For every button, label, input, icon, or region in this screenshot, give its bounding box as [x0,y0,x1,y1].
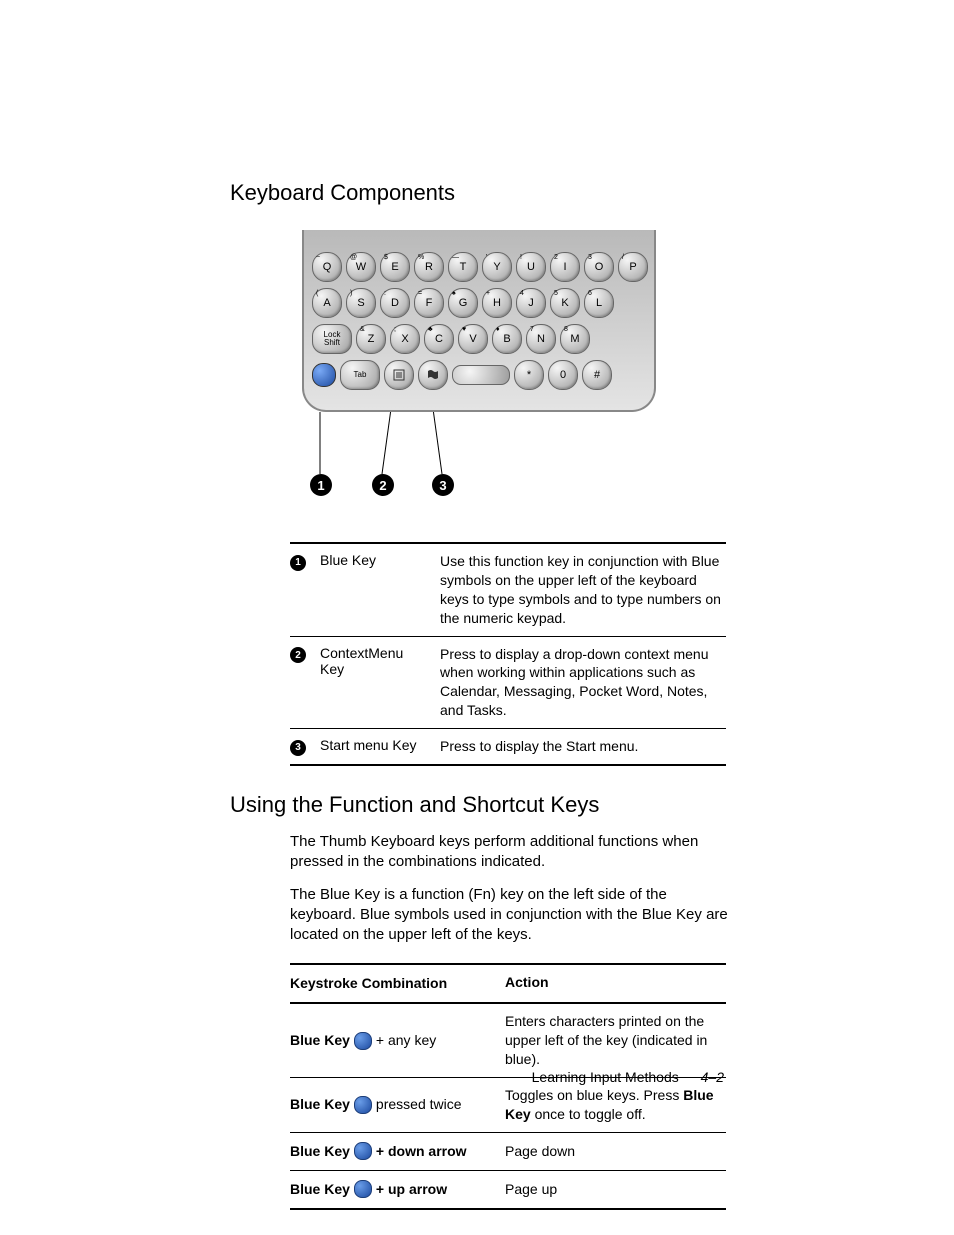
component-name: Blue Key [320,552,430,628]
key-row-2: (A )S :D =F ♠G +H 4J 5K 6L [312,288,614,318]
key-r: %R [414,252,444,282]
key-s: )S [346,288,376,318]
key-row-1: ~Q @W $E %R —T 'Y !U 2I 3O /P [312,252,648,282]
table-row: Blue Key pressed twice Toggles on blue k… [290,1078,726,1133]
device-figure: ~Q @W $E %R —T 'Y !U 2I 3O /P (A )S :D =… [302,230,652,512]
key-u: !U [516,252,546,282]
header-combination: Keystroke Combination [290,973,505,994]
table-row: 3 Start menu Key Press to display the St… [290,729,726,764]
action-text: Enters characters printed on the upper l… [505,1012,726,1069]
key-lock-shift: Lock Shift [312,324,352,354]
key-n: 7N [526,324,556,354]
device-keyboard: ~Q @W $E %R —T 'Y !U 2I 3O /P (A )S :D =… [302,230,656,412]
key-b: ♦B [492,324,522,354]
table-row: 1 Blue Key Use this function key in conj… [290,544,726,637]
keystroke-combination: Blue Key + any key [290,1030,505,1051]
callout-leads [302,412,652,492]
key-o: 3O [584,252,614,282]
callout-2: 2 [372,474,394,496]
callout-area: 1 2 3 [302,412,652,512]
key-row-3: Lock Shift &Z ;X ♣C ♥V ♦B 7N 8M [312,324,590,354]
key-w: @W [346,252,376,282]
combo-suffix: + up arrow [376,1179,447,1200]
key-tab: Tab [340,360,380,390]
page-footer: Learning Input Methods 4–2 [532,1069,724,1085]
action-text: Page up [505,1180,726,1199]
combo-suffix: + down arrow [376,1141,467,1162]
key-a: (A [312,288,342,318]
key-x: ;X [390,324,420,354]
keystroke-combination: Blue Key + down arrow [290,1141,505,1162]
combo-suffix: pressed twice [376,1094,462,1115]
key-star: * [514,360,544,390]
row-number: 2 [290,645,310,721]
keystroke-combination: Blue Key + up arrow [290,1179,505,1200]
heading-keyboard-components: Keyboard Components [230,180,724,206]
key-f: =F [414,288,444,318]
key-t: —T [448,252,478,282]
action-text: Page down [505,1142,726,1161]
table-row: Blue Key + any key Enters characters pri… [290,1004,726,1078]
key-e: $E [380,252,410,282]
key-l: 6L [584,288,614,318]
component-desc: Use this function key in conjunction wit… [440,552,726,628]
key-i: 2I [550,252,580,282]
key-v: ♥V [458,324,488,354]
key-d: :D [380,288,410,318]
blue-key-label: Blue Key [290,1179,350,1200]
keystroke-combination: Blue Key pressed twice [290,1094,505,1115]
blue-key-icon [354,1096,372,1114]
shortcut-table-header: Keystroke Combination Action [290,965,726,1004]
component-desc: Press to display a drop-down context men… [440,645,726,721]
key-p: /P [618,252,648,282]
header-action: Action [505,973,726,994]
paragraph-1: The Thumb Keyboard keys perform addition… [290,832,730,873]
key-hash: # [582,360,612,390]
table-row: Blue Key + down arrow Page down [290,1133,726,1171]
blue-key-icon [354,1032,372,1050]
blue-key-label: Blue Key [290,1094,350,1115]
blue-key-icon [354,1180,372,1198]
footer-section: Learning Input Methods [532,1069,679,1085]
table-row: 2 ContextMenu Key Press to display a dro… [290,637,726,730]
context-menu-key-icon [384,360,414,390]
key-c: ♣C [424,324,454,354]
key-g: ♠G [448,288,478,318]
callout-3: 3 [432,474,454,496]
spacebar [452,365,510,385]
key-zero: 0 [548,360,578,390]
blue-key-device [312,363,336,387]
shortcut-table: Keystroke Combination Action Blue Key + … [290,963,726,1209]
key-j: 4J [516,288,546,318]
component-name: Start menu Key [320,737,430,756]
key-m: 8M [560,324,590,354]
paragraph-2: The Blue Key is a function (Fn) key on t… [290,885,730,946]
row-number: 3 [290,737,310,756]
combo-suffix: + any key [376,1030,436,1051]
key-y: 'Y [482,252,512,282]
component-desc: Press to display the Start menu. [440,737,726,756]
heading-function-shortcut: Using the Function and Shortcut Keys [230,792,724,818]
key-z: &Z [356,324,386,354]
start-key-icon [418,360,448,390]
table-row: Blue Key + up arrow Page up [290,1171,726,1208]
blue-key-label: Blue Key [290,1030,350,1051]
key-row-4: Tab * 0 # [312,360,612,390]
key-q: ~Q [312,252,342,282]
row-number: 1 [290,552,310,628]
component-name: ContextMenu Key [320,645,430,721]
callout-1: 1 [310,474,332,496]
key-h: +H [482,288,512,318]
blue-key-label: Blue Key [290,1141,350,1162]
action-text: Toggles on blue keys. Press Blue Key onc… [505,1086,726,1124]
components-table: 1 Blue Key Use this function key in conj… [290,542,726,766]
key-k: 5K [550,288,580,318]
blue-key-icon [354,1142,372,1160]
footer-page-number: 4–2 [701,1069,724,1085]
